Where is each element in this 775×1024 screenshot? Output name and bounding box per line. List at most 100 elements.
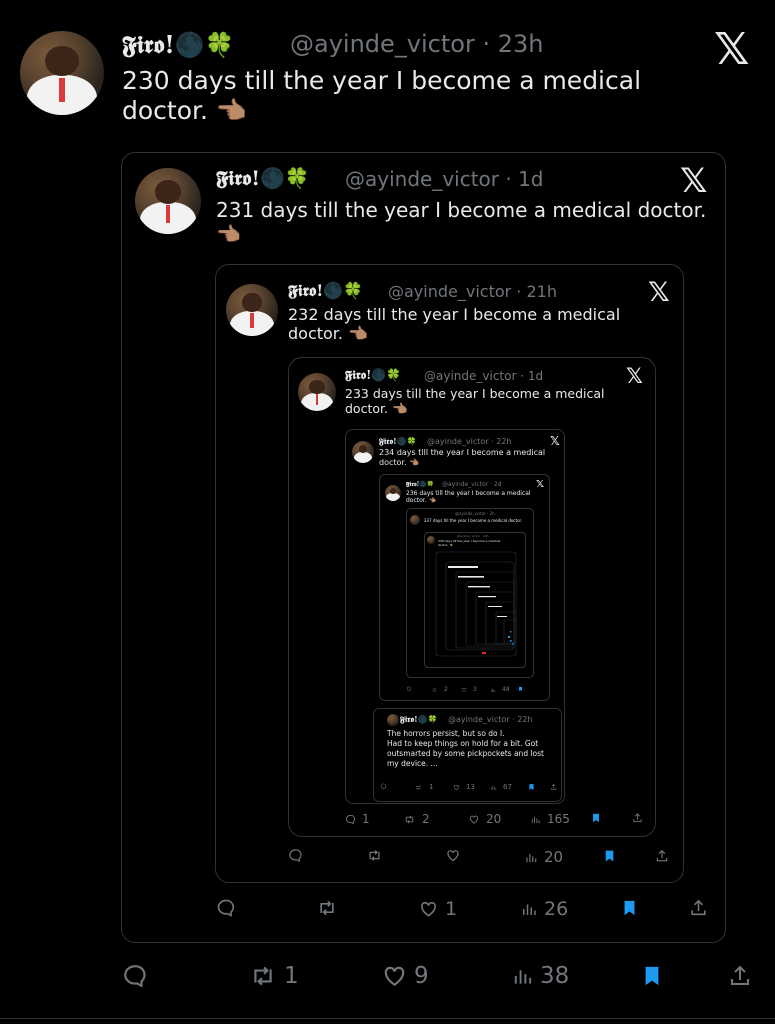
- views-count: 67: [503, 783, 512, 791]
- like-button[interactable]: 9: [381, 963, 429, 989]
- tweet-text-line: 231 days till the year I become a medica…: [216, 198, 707, 222]
- views-button[interactable]: 48: [490, 686, 510, 693]
- tweet-text-line: doctor. 👈🏽: [345, 401, 408, 416]
- avatar: [352, 441, 374, 463]
- author-name[interactable]: 𝕱𝖎𝖗𝖔!🌑🍀: [122, 30, 235, 59]
- tweet-text-line: 234 days till the year I become a medica…: [379, 448, 546, 457]
- share-button[interactable]: [550, 783, 557, 791]
- author-handle: @ayinde_victor · 2d: [442, 481, 502, 488]
- reply-button[interactable]: [406, 686, 412, 692]
- x-logo-icon: 𝕏: [536, 479, 545, 490]
- bookmark-button[interactable]: [603, 848, 616, 864]
- avatar: [385, 485, 401, 501]
- views-count: 48: [502, 686, 510, 693]
- like-count: 20: [486, 812, 502, 826]
- tweet-text-line: doctor. 👈🏽: [122, 96, 248, 125]
- views-button[interactable]: 20: [524, 848, 563, 866]
- retweet-count: 1: [284, 963, 299, 989]
- retweet-count: 2: [422, 812, 430, 826]
- reply-button[interactable]: [122, 963, 154, 989]
- views-button[interactable]: 165: [530, 812, 570, 826]
- divider: [0, 1018, 775, 1019]
- x-logo-icon: 𝕏: [550, 434, 560, 448]
- reply-button[interactable]: [288, 848, 309, 863]
- author-name: 𝕱𝖎𝖗𝖔!🌑🍀: [345, 368, 402, 382]
- post-text-line: outsmarted by some pickpockets and lost: [387, 749, 544, 759]
- views-button[interactable]: 26: [520, 898, 568, 920]
- author-name: 𝕱𝖎𝖗𝖔!🌑🍀: [400, 714, 438, 724]
- avatar: [298, 373, 336, 411]
- tweet-text-line: doctor. 👈🏽: [379, 457, 420, 467]
- like-count: 13: [466, 783, 475, 791]
- tweet-text: 233 days till the year I become a medica…: [345, 386, 605, 416]
- avatar[interactable]: [20, 31, 104, 115]
- reply-count: 1: [362, 812, 370, 826]
- author-name: 𝕱𝖎𝖗𝖔!🌑🍀: [216, 166, 310, 190]
- bookmark-button[interactable]: [528, 783, 535, 791]
- reply-button[interactable]: 1: [345, 812, 370, 826]
- retweet-button[interactable]: 2: [403, 812, 430, 826]
- author-handle[interactable]: @ayinde_victor · 23h: [290, 30, 543, 58]
- retweet-button[interactable]: 1: [414, 783, 433, 791]
- like-button[interactable]: 20: [468, 812, 501, 826]
- author-name: 𝕱𝖎𝖗𝖔!🌑🍀: [288, 281, 364, 300]
- views-count: 20: [544, 848, 564, 866]
- avatar: [410, 515, 420, 525]
- tweet-text: 237 days till the year I become a medica…: [424, 518, 523, 523]
- avatar: [387, 714, 399, 726]
- x-logo-icon[interactable]: 𝕏: [714, 24, 749, 75]
- share-button[interactable]: [655, 848, 669, 864]
- x-logo-icon: 𝕏: [680, 161, 708, 201]
- like-button[interactable]: [445, 848, 467, 863]
- views-button[interactable]: 38: [511, 963, 569, 989]
- retweet-button[interactable]: [316, 898, 344, 918]
- post-text: The horrors persist, but so do I. Had to…: [387, 729, 544, 770]
- tweet-text: 230 days till the year I become a medica…: [122, 66, 641, 126]
- tweet-text: 232 days till the year I become a medica…: [288, 305, 620, 343]
- avatar: [226, 284, 278, 336]
- share-button[interactable]: [632, 812, 643, 824]
- views-count: 165: [547, 812, 570, 826]
- tweet-text-line: doctor. 👈🏽: [288, 324, 369, 344]
- tweet-text-line: 233 days till the year I become a medica…: [345, 386, 605, 401]
- bookmark-button[interactable]: [621, 898, 638, 918]
- share-button[interactable]: [689, 898, 708, 918]
- retweet-button[interactable]: [366, 848, 389, 863]
- tweet-text: 231 days till the year I become a medica…: [216, 198, 706, 246]
- like-button[interactable]: 1: [418, 898, 457, 920]
- author-handle: @ayinde_victor · 21h: [388, 282, 557, 301]
- tweet-text-line: 232 days till the year I become a medica…: [288, 305, 621, 324]
- tweet-text-line: 👈🏽: [216, 222, 241, 246]
- x-logo-icon: 𝕏: [626, 364, 643, 388]
- author-name: 𝕱𝖎𝖗𝖔!🌑🍀: [406, 481, 435, 488]
- bookmark-button[interactable]: [641, 962, 663, 990]
- bookmark-button[interactable]: [591, 812, 601, 824]
- author-handle: @ayinde_victor · 22h: [457, 534, 489, 538]
- like-count: 9: [414, 963, 429, 989]
- author-handle: @ayinde_victor · 2h: [455, 511, 495, 516]
- reply-button[interactable]: [216, 898, 242, 918]
- bookmark-button[interactable]: [518, 686, 523, 692]
- share-button[interactable]: [728, 962, 752, 990]
- views-button[interactable]: 67: [490, 783, 512, 791]
- tweet-text: 236 days till the year I become a medica…: [406, 490, 531, 504]
- like-count: 3: [473, 686, 477, 693]
- like-button[interactable]: 13: [453, 783, 475, 791]
- nested-quotes-tunnel: [435, 551, 517, 657]
- like-count: 1: [445, 898, 458, 920]
- retweet-count: 2: [444, 686, 448, 693]
- tweet-text: 234 days till the year I become a medica…: [379, 448, 545, 467]
- retweet-button[interactable]: 1: [248, 963, 299, 989]
- author-handle: @ayinde_victor · 1d: [345, 167, 544, 191]
- author-handle: @ayinde_victor · 1d: [424, 369, 544, 383]
- author-handle: @ayinde_victor · 22h: [448, 715, 533, 724]
- reply-button[interactable]: [380, 783, 387, 790]
- author-name: 𝕱𝖎𝖗𝖔!🌑🍀: [379, 436, 417, 446]
- views-count: 26: [544, 898, 569, 920]
- retweet-button[interactable]: 2: [431, 686, 448, 693]
- retweet-count: 1: [429, 783, 434, 791]
- post-text-line: The horrors persist, but so do I.: [387, 729, 505, 738]
- x-logo-icon: 𝕏: [648, 277, 670, 308]
- like-button[interactable]: 3: [461, 686, 477, 693]
- views-count: 38: [540, 963, 570, 989]
